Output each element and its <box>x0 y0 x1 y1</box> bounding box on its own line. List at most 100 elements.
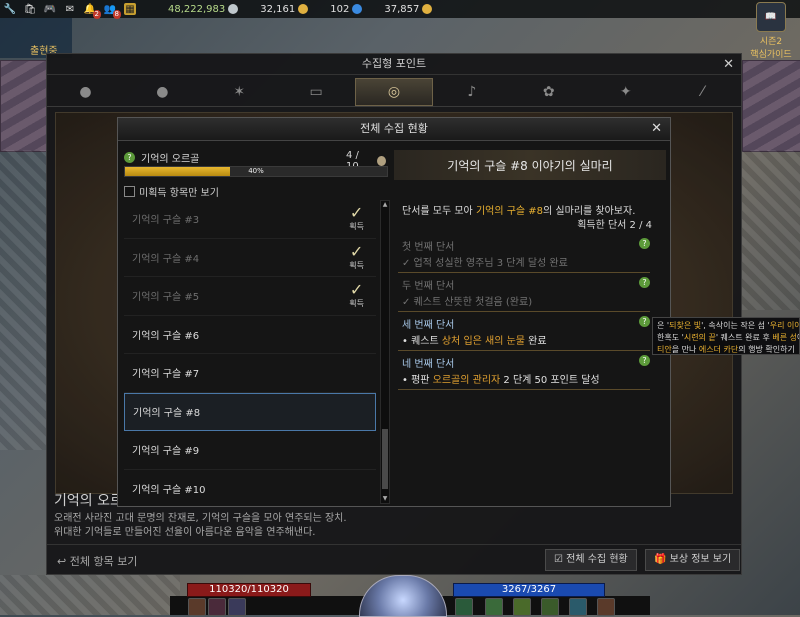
skill-slot[interactable] <box>541 598 559 616</box>
top-status-bar: 🔧 🛍 🎮 ✉ 🔔 2 👥 8 ▦ 48,222,983 32,161 102 37… <box>0 0 800 19</box>
quest-tooltip: 은 '되찾은 빛', 속삭이는 작은 섬 '우리 이야기 한혹도 '시련의 끝'… <box>652 317 800 355</box>
help-icon[interactable]: ? <box>124 152 135 163</box>
tooltip-line3: 티안을 만나 에스더 카단의 행방 확인하기 <box>657 344 795 354</box>
clue-desc: • 평판 오르골의 관리자 2 단계 50 포인트 달성 <box>402 371 600 386</box>
tab-painting[interactable]: ▭ <box>278 78 355 106</box>
gift-icon: 🎁 <box>654 554 667 565</box>
orpheus-star-icon <box>377 156 386 166</box>
list-item[interactable]: 기억의 구슬 #3 ✓ 획득 <box>124 200 376 239</box>
collection-list-pane: ?기억의 오르골 4 / 10 40% 미획득 항목만 보기 기억의 구슬 #3… <box>124 146 390 504</box>
chest-icon[interactable]: ▦ <box>124 3 136 15</box>
unacquired-only-toggle[interactable]: 미획득 항목만 보기 <box>124 184 219 199</box>
window-title: 수집형 포인트 <box>47 54 741 75</box>
clue-desc: ✓ 퀘스트 산뜻한 첫걸음 (완료) <box>402 297 533 308</box>
clue-title: 세 번째 단서 <box>402 320 455 331</box>
unacquired-only-label: 미획득 항목만 보기 <box>139 188 219 199</box>
intro-pre: 단서를 모두 모아 <box>402 206 476 217</box>
collection-status-label: 전체 수집 현황 <box>566 554 628 565</box>
intro-highlight: 기억의 구슬 #8 <box>475 206 544 217</box>
scroll-down-icon[interactable]: ▼ <box>381 495 389 503</box>
list-item[interactable]: 기억의 구슬 #8 <box>124 392 376 431</box>
checkmark-icon: ✓ <box>349 241 364 261</box>
clue-desc-post: 완료 <box>525 336 547 347</box>
list-item[interactable]: 기억의 구슬 #4 ✓ 획득 <box>124 239 376 277</box>
list-item[interactable]: 기억의 구슬 #5 ✓ 획득 <box>124 277 376 316</box>
acquired-label: 획득 <box>349 260 364 270</box>
tab-orpheus[interactable]: ◎ <box>354 78 434 106</box>
close-icon[interactable]: ✕ <box>723 57 734 72</box>
clue-desc-pre: • 퀘스트 <box>402 336 442 347</box>
tt-highlight: 티안 <box>657 345 672 354</box>
tab-world-tree[interactable]: ⁄ <box>664 78 741 106</box>
skill-slot[interactable] <box>485 598 503 616</box>
list-item[interactable]: 기억의 구슬 #9 <box>124 431 376 470</box>
tab-star[interactable]: ✶ <box>201 78 278 106</box>
scroll-up-icon[interactable]: ▲ <box>381 201 389 209</box>
shop-icon[interactable]: 🛍 <box>24 3 37 15</box>
tt-highlight: 시련의 끝 <box>683 333 716 342</box>
clue-desc: • 퀘스트 상처 입은 새의 눈물 완료 <box>402 332 547 347</box>
tab-mokoko[interactable]: ✿ <box>510 78 587 106</box>
skill-slot[interactable] <box>513 598 531 616</box>
checkmark-icon: ✓ <box>349 280 364 299</box>
skill-slot[interactable] <box>228 598 246 616</box>
list-item[interactable]: 기억의 구슬 #6 <box>124 316 376 354</box>
all-items-toggle[interactable]: ↩ 전체 항목 보기 <box>57 553 137 569</box>
skill-slot[interactable] <box>597 598 615 616</box>
clue-title: 첫 번째 단서 <box>402 242 455 253</box>
scroll-thumb[interactable] <box>382 429 388 489</box>
collection-description: 오래전 사라진 고대 문명의 잔재로, 기억의 구슬을 모아 연주되는 장치. … <box>54 512 494 540</box>
help-icon[interactable]: ? <box>639 277 650 288</box>
acquired-label: 획득 <box>349 299 364 308</box>
checkbox[interactable] <box>124 186 135 197</box>
skill-slot[interactable] <box>188 598 206 616</box>
item-name: 기억의 구슬 #9 <box>132 446 200 458</box>
mail-icon[interactable]: ✉ <box>64 3 76 15</box>
pavement <box>740 150 800 310</box>
friends-icon[interactable]: 👥 8 <box>104 3 121 19</box>
checkmark-icon: ✓ <box>349 203 364 222</box>
gamepad-icon[interactable]: 🎮 <box>44 3 56 15</box>
list-item[interactable]: 기억의 구슬 #10 <box>124 470 376 503</box>
help-icon[interactable]: ? <box>639 355 650 366</box>
wrench-icon[interactable]: 🔧 <box>4 3 16 15</box>
notification-icon[interactable]: 🔔 2 <box>84 3 101 19</box>
reward-info-label: 보상 정보 보기 <box>669 554 732 565</box>
crystal-currency: 102 <box>330 4 363 15</box>
skill-slot[interactable] <box>569 598 587 616</box>
desc-line1: 오래전 사라진 고대 문명의 잔재로, 기억의 구슬을 모아 연주되는 장치. <box>54 513 347 524</box>
reward-info-button[interactable]: 🎁 보상 정보 보기 <box>645 549 741 571</box>
tab-compass[interactable]: ✦ <box>587 78 664 106</box>
item-list: 기억의 구슬 #3 ✓ 획득 기억의 구슬 #4 ✓ 획득 기억의 구슬 #5 ✓ 획득 기억의 … <box>124 200 376 502</box>
clue-desc-highlight: 상처 입은 새의 눈물 <box>441 336 525 347</box>
acquired-label: 획득 <box>349 222 364 231</box>
tt-text: ', 속삭이는 작은 섬 ' <box>701 321 770 330</box>
pavement <box>0 150 46 450</box>
gold-coin-icon <box>298 4 309 14</box>
season-guide-button[interactable]: 📖 시즌2 핵심가이드 <box>746 2 796 60</box>
notification-badge: 2 <box>92 10 101 19</box>
item-name: 기억의 구슬 #3 <box>132 215 200 227</box>
item-name: 기억의 구슬 #10 <box>132 484 206 496</box>
skill-slot[interactable] <box>455 598 473 616</box>
tab-island-soul[interactable]: ● <box>47 78 124 106</box>
clue-desc-highlight: 오르골의 관리자 <box>432 375 501 386</box>
item-name: 기억의 구슬 #5 <box>132 292 200 304</box>
skill-slot[interactable] <box>208 598 226 616</box>
tt-text: ' 퀘스트 완료 후 <box>715 333 773 342</box>
close-icon[interactable]: ✕ <box>651 121 662 136</box>
list-item[interactable]: 기억의 구슬 #7 <box>124 354 376 393</box>
collection-status-button[interactable]: ☑ 전체 수집 현황 <box>545 549 637 571</box>
clue-desc-post: 2 단계 50 포인트 달성 <box>500 375 600 386</box>
tooltip-line1: 은 '되찾은 빛', 속삭이는 작은 섬 '우리 이야기 <box>657 320 799 332</box>
tt-text: 의 행방 확인하기 <box>738 345 795 354</box>
book-icon: 📖 <box>756 2 786 32</box>
desc-line2: 위대한 기억들로 만들어진 선율이 아름다운 음악을 연주해낸다. <box>54 527 316 538</box>
tab-seed[interactable]: ♪ <box>433 78 510 106</box>
help-icon[interactable]: ? <box>639 316 650 327</box>
tab-giant-heart[interactable]: ● <box>124 78 201 106</box>
help-icon[interactable]: ? <box>639 238 650 249</box>
list-scrollbar[interactable]: ▲ ▼ <box>380 200 390 504</box>
item-name: 기억의 구슬 #4 <box>132 253 200 265</box>
window-footer: ↩ 전체 항목 보기 ☑ 전체 수집 현황 🎁 보상 정보 보기 <box>47 544 741 575</box>
